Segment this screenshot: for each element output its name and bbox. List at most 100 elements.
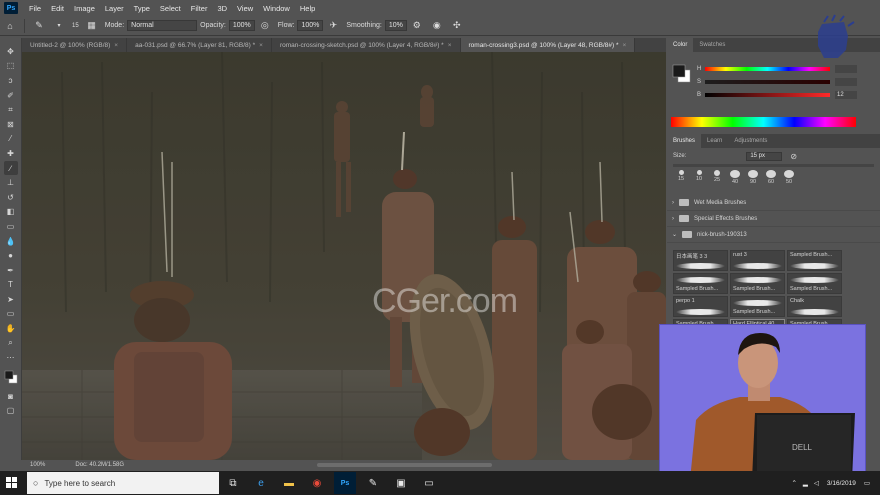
lasso-tool-icon[interactable]: ↄ — [4, 73, 18, 88]
dodge-tool-icon[interactable]: ● — [4, 248, 18, 263]
more-tools-icon[interactable]: ⋯ — [4, 350, 18, 365]
quick-select-tool-icon[interactable]: ✐ — [4, 88, 18, 103]
horizontal-scrollbar[interactable] — [317, 463, 492, 467]
photoshop-taskbar-icon[interactable]: Ps — [334, 472, 356, 494]
path-select-tool-icon[interactable]: ➤ — [4, 292, 18, 307]
windows-start-icon[interactable] — [0, 471, 24, 495]
brush-tip[interactable]: 60 — [763, 170, 779, 185]
shape-tool-icon[interactable]: ▭ — [4, 307, 18, 322]
brush-tip[interactable]: 90 — [745, 170, 761, 185]
healing-tool-icon[interactable]: ✚ — [4, 146, 18, 161]
tab-color[interactable]: Color — [667, 38, 694, 52]
app-icon[interactable]: ▭ — [418, 472, 440, 494]
app-icon[interactable]: ✎ — [362, 472, 384, 494]
pressure-size-icon[interactable]: ◉ — [431, 20, 443, 32]
zoom-level[interactable]: 100% — [30, 462, 45, 468]
create-brush-icon[interactable]: ⊘ — [790, 152, 797, 161]
close-icon[interactable]: × — [114, 42, 118, 49]
gradient-tool-icon[interactable]: ▭ — [4, 219, 18, 234]
foreground-background-swatch[interactable] — [672, 64, 692, 84]
taskbar-search[interactable]: ○ Type here to search — [27, 472, 219, 494]
brush-item[interactable]: Sampled Brush... — [730, 296, 785, 317]
h-value[interactable] — [835, 65, 857, 73]
color-spectrum[interactable] — [671, 117, 856, 127]
brush-item[interactable]: 日本画笔 3 3 — [673, 250, 728, 271]
brush-item[interactable]: Sampled Brush... — [787, 250, 842, 271]
tab-aa-031[interactable]: aa-031.psd @ 66.7% (Layer 81, RGB/8) * × — [127, 38, 272, 52]
brush-tip[interactable]: 40 — [727, 170, 743, 185]
eraser-tool-icon[interactable]: ◧ — [4, 205, 18, 220]
menu-view[interactable]: View — [232, 4, 258, 13]
menu-help[interactable]: Help — [295, 4, 320, 13]
brush-item[interactable]: Sampled Brush... — [673, 273, 728, 294]
menu-edit[interactable]: Edit — [46, 4, 69, 13]
brush-tip[interactable]: 10 — [691, 170, 707, 185]
menu-select[interactable]: Select — [155, 4, 186, 13]
pen-tool-icon[interactable]: ✒ — [4, 263, 18, 278]
tray-chevron-icon[interactable]: ⌃ — [791, 479, 796, 487]
airbrush-icon[interactable]: ✈ — [327, 20, 339, 32]
close-icon[interactable]: × — [448, 42, 452, 49]
folder-nick-brush[interactable]: ⌄ nick-brush-190313 — [667, 227, 880, 243]
smoothing-field[interactable]: 10% — [384, 20, 407, 31]
tab-learn[interactable]: Learn — [701, 134, 728, 148]
tab-brushes[interactable]: Brushes — [667, 134, 702, 148]
brush-item[interactable]: Chalk — [787, 296, 842, 317]
tab-roman-crossing-sketch[interactable]: roman-crossing-sketch.psd @ 100% (Layer … — [272, 38, 461, 52]
brush-size-readout[interactable]: 15 — [72, 23, 79, 29]
file-explorer-icon[interactable]: ▬ — [278, 472, 300, 494]
brush-item[interactable]: rust 3 — [730, 250, 785, 271]
flow-field[interactable]: 100% — [297, 20, 324, 31]
eyedropper-tool-icon[interactable]: ⁄ — [4, 132, 18, 147]
chevron-down-icon[interactable]: ▾ — [53, 20, 65, 32]
menu-file[interactable]: File — [24, 4, 46, 13]
brush-tip[interactable]: 25 — [709, 170, 725, 185]
saturation-slider[interactable] — [705, 80, 830, 84]
brightness-slider[interactable] — [705, 93, 830, 97]
doc-size[interactable]: Doc: 40.2M/1.58G — [75, 462, 124, 468]
volume-icon[interactable]: ◁ — [814, 479, 819, 487]
close-icon[interactable]: × — [259, 42, 263, 49]
brush-item[interactable]: perpo 1 — [673, 296, 728, 317]
marquee-tool-icon[interactable]: ⬚ — [4, 59, 18, 74]
tab-untitled-2[interactable]: Untitled-2 @ 100% (RGB/8) × — [22, 38, 128, 52]
menu-type[interactable]: Type — [129, 4, 155, 13]
brush-tip[interactable]: 15 — [673, 170, 689, 185]
close-icon[interactable]: × — [623, 42, 627, 49]
chrome-icon[interactable]: ◉ — [306, 472, 328, 494]
pressure-opacity-icon[interactable]: ◎ — [259, 20, 271, 32]
hand-tool-icon[interactable]: ✋ — [4, 321, 18, 336]
menu-filter[interactable]: Filter — [186, 4, 213, 13]
color-swap-icon[interactable] — [4, 365, 18, 389]
tab-roman-crossing3[interactable]: roman-crossing3.psd @ 100% (Layer 48, RG… — [460, 38, 636, 52]
menu-image[interactable]: Image — [69, 4, 100, 13]
size-slider[interactable] — [673, 164, 874, 167]
folder-special-effects-brushes[interactable]: › Special Effects Brushes — [667, 211, 880, 227]
size-field[interactable]: 15 px — [746, 151, 783, 161]
brush-tip[interactable]: 50 — [781, 170, 797, 185]
crop-tool-icon[interactable]: ⌗ — [4, 102, 18, 117]
tab-swatches[interactable]: Swatches — [693, 38, 731, 52]
menu-layer[interactable]: Layer — [100, 4, 129, 13]
photos-icon[interactable]: ▣ — [390, 472, 412, 494]
mode-select[interactable]: Normal — [127, 20, 198, 31]
hue-slider[interactable] — [705, 67, 830, 71]
menu-window[interactable]: Window — [258, 4, 295, 13]
type-tool-icon[interactable]: T — [4, 278, 18, 293]
brush-preset-icon[interactable]: ✎ — [33, 20, 45, 32]
menu-3d[interactable]: 3D — [212, 4, 232, 13]
folder-wet-media-brushes[interactable]: › Wet Media Brushes — [667, 195, 880, 211]
s-value[interactable] — [835, 78, 857, 86]
clock-date[interactable]: 3/16/2019 — [827, 480, 856, 487]
home-icon[interactable]: ⌂ — [4, 20, 16, 32]
brush-item[interactable]: Sampled Brush... — [730, 273, 785, 294]
zoom-tool-icon[interactable]: ⌕ — [4, 336, 18, 351]
brush-settings-icon[interactable]: ▦ — [86, 20, 98, 32]
smoothing-settings-icon[interactable]: ⚙ — [411, 20, 423, 32]
network-icon[interactable]: ▂ — [803, 479, 808, 487]
brush-tool-icon[interactable]: ∕ — [3, 160, 18, 176]
history-brush-tool-icon[interactable]: ↺ — [4, 190, 18, 205]
notifications-icon[interactable]: ▭ — [864, 479, 870, 487]
brush-item[interactable]: Sampled Brush... — [787, 273, 842, 294]
blur-tool-icon[interactable]: 💧 — [4, 234, 18, 249]
